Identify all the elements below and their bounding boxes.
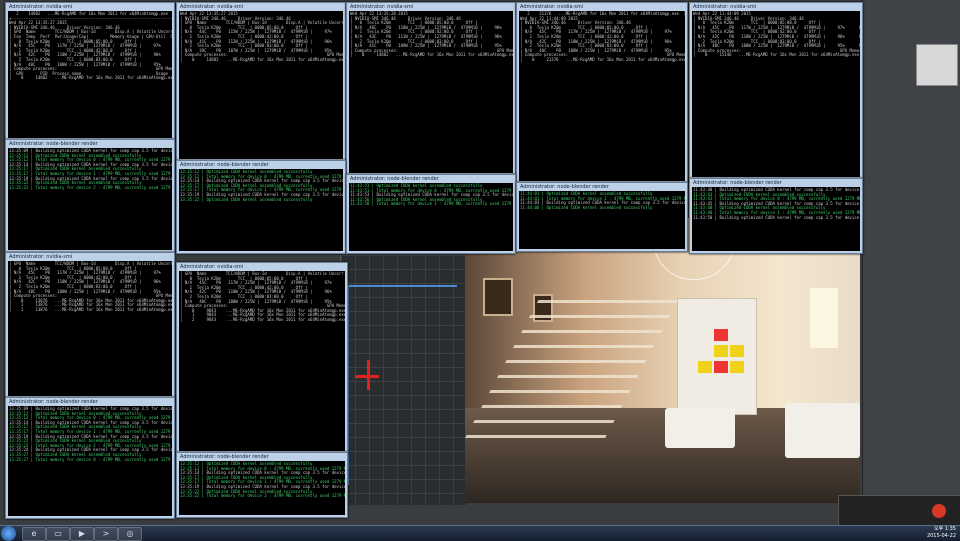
media-icon[interactable]: ▶ (70, 527, 94, 541)
ie-icon[interactable]: e (22, 527, 46, 541)
window-title: Administrator: node-blender render (9, 399, 98, 405)
console-output: 13:35:09 | Building optimized CUDA kerne… (8, 406, 172, 516)
window-title: Administrator: nvidia-smi (180, 264, 244, 270)
console-window[interactable]: Administrator: node-blender render 11:43… (689, 178, 863, 254)
console-line: 13:35:22 | Total memory for device 2 : 4… (180, 493, 345, 499)
console-window[interactable]: Administrator: nvidia-smi | GPU Name TCC… (176, 262, 348, 454)
console-window[interactable]: Administrator: node-blender render 11:43… (346, 174, 516, 254)
console-window[interactable]: Administrator: nvidia-smi Wed Apr 22 13:… (346, 2, 516, 176)
console-line: | 0 14882 ...ME-RcgAMD for 16x Mon 2011 … (350, 52, 513, 58)
shelf-cube (714, 345, 728, 357)
window-title: Administrator: node-blender render (9, 141, 98, 147)
window-title: Administrator: node-blender render (520, 184, 609, 190)
folder-icon[interactable]: ▭ (46, 527, 70, 541)
console-window[interactable]: Administrator: nvidia-smi 2 14882 ...ME-… (5, 2, 175, 141)
console-window[interactable]: Administrator: node-blender render 13:35… (5, 397, 175, 519)
console-output: 2 14882 ...ME-RcgAMD for 16x Mon 2011 fo… (8, 11, 172, 138)
window-title: Administrator: node-blender render (180, 162, 269, 168)
window-title: Administrator: node-blender render (350, 176, 439, 182)
console-output: Wed Apr 22 11:44:09 2015 | NVIDIA-SMI 346… (692, 11, 860, 177)
clock-date: 2015-04-22 (926, 533, 956, 539)
console-line: | 2 9843 ...ME-RcgAMD for 16x Mon 2011 f… (180, 316, 345, 322)
console-window[interactable]: Administrator: nvidia-smi Wed Apr 22 13:… (176, 2, 346, 162)
painting-frame (483, 278, 513, 316)
blender-icon[interactable]: ◎ (118, 527, 142, 541)
armchair (665, 408, 735, 448)
shelf-cube (714, 329, 728, 341)
console-output: 11:43:40 | Building optimized CUDA kerne… (692, 187, 860, 251)
window-title: Administrator: node-blender render (180, 454, 269, 460)
console-line: 13:35:22 | Optimized CUDA kernel assembl… (180, 196, 313, 202)
console-output: 13:35:12 | Optimized CUDA kernel assembl… (179, 461, 345, 515)
system-clock[interactable]: 오후 1:35 2015-04-22 (927, 526, 956, 540)
console-output: 13:35:12 | Optimized CUDA kernel assembl… (179, 169, 343, 251)
window-title: Administrator: nvidia-smi (180, 4, 244, 10)
window-title: Administrator: nvidia-smi (350, 4, 414, 10)
gizmo-x-axis-icon[interactable] (355, 375, 379, 378)
window-light (810, 288, 838, 348)
terminal-icon[interactable]: > (94, 527, 118, 541)
window-title: Administrator: nvidia-smi (693, 4, 757, 10)
viewport-guide (347, 285, 457, 287)
console-output: 11:44:01 | Optimized CUDA kernel assembl… (519, 191, 685, 249)
console-window[interactable]: Administrator: nvidia-smi 2 21376 ...ME-… (516, 2, 688, 184)
shelf-cube (714, 361, 728, 373)
window-title: Administrator: nvidia-smi (9, 4, 73, 10)
record-button[interactable] (932, 504, 946, 518)
console-window[interactable]: Administrator: node-blender render 11:44… (516, 182, 688, 252)
console-output: | GPU Name TCC/WDDM | Bus-Id Disp.A | Vo… (8, 261, 172, 396)
taskbar: e ▭ ▶ > ◎ 오후 1:35 2015-04-22 (0, 525, 960, 541)
console-output: 2 21376 ...ME-RcgAMD for 16x Mon 2011 fo… (519, 11, 685, 181)
console-line: | 0 21376 ...ME-RcgAMD for 16x Mon 2011 … (520, 56, 685, 62)
console-line: 11:43:56 | Total memory for device 1 : 4… (350, 201, 513, 207)
clock-time: 오후 1:35 (933, 526, 956, 532)
console-line: | 0 14882 ...ME-RcgAMD for 16x Mon 2011 … (9, 75, 172, 81)
console-output: | GPU Name TCC/WDDM | Bus-Id Disp.A | Vo… (179, 271, 345, 451)
3d-viewport[interactable] (340, 255, 466, 505)
console-line: 13:35:22 | Total memory for device 2 : 4… (9, 184, 172, 190)
console-line: 11:43:50 | Building optimized CUDA kerne… (693, 214, 860, 220)
console-line: | 2 13876 ...ME-RcgAMD for 16x Mon 2011 … (9, 306, 172, 312)
console-line: 13:35:27 | Total memory for device 0 : 4… (9, 456, 172, 462)
console-output: 11:43:51 | Optimized CUDA kernel assembl… (349, 183, 513, 251)
console-line: | 0 15146 ...ME-RcgAMD for 16x Mon 2011 … (693, 52, 860, 58)
render-preview (465, 218, 860, 503)
shelf-cube (698, 361, 712, 373)
console-window[interactable]: Administrator: nvidia-smi | GPU Name TCC… (5, 252, 175, 399)
console-window[interactable]: Administrator: node-blender render 13:35… (176, 452, 348, 518)
sofa (785, 403, 860, 458)
console-window[interactable]: Administrator: node-blender render 13:35… (176, 160, 346, 254)
console-line: 11:44:06 | Optimized CUDA kernel assembl… (520, 204, 653, 210)
material-preview-panel[interactable] (916, 44, 958, 86)
window-title: Administrator: node-blender render (693, 180, 782, 186)
window-title: Administrator: nvidia-smi (9, 254, 73, 260)
console-output: Wed Apr 22 13:35:28 2015 | NVIDIA-SMI 346… (349, 11, 513, 173)
bookshelf (677, 298, 757, 415)
shelf-cube (730, 361, 744, 373)
console-output: Wed Apr 22 13:35:27 2015 | NVIDIA-SMI 346… (179, 11, 343, 159)
console-line: | 0 14882 ...ME-RcgAMD for 16x Mon 2011 … (180, 56, 343, 62)
window-title: Administrator: nvidia-smi (520, 4, 584, 10)
console-window[interactable]: Administrator: nvidia-smi Wed Apr 22 11:… (689, 2, 863, 180)
console-output: 13:35:09 | Building optimized CUDA kerne… (8, 148, 172, 250)
windows-start-icon[interactable] (1, 526, 16, 541)
shelf-cube (730, 345, 744, 357)
console-window[interactable]: Administrator: node-blender render 13:35… (5, 139, 175, 253)
